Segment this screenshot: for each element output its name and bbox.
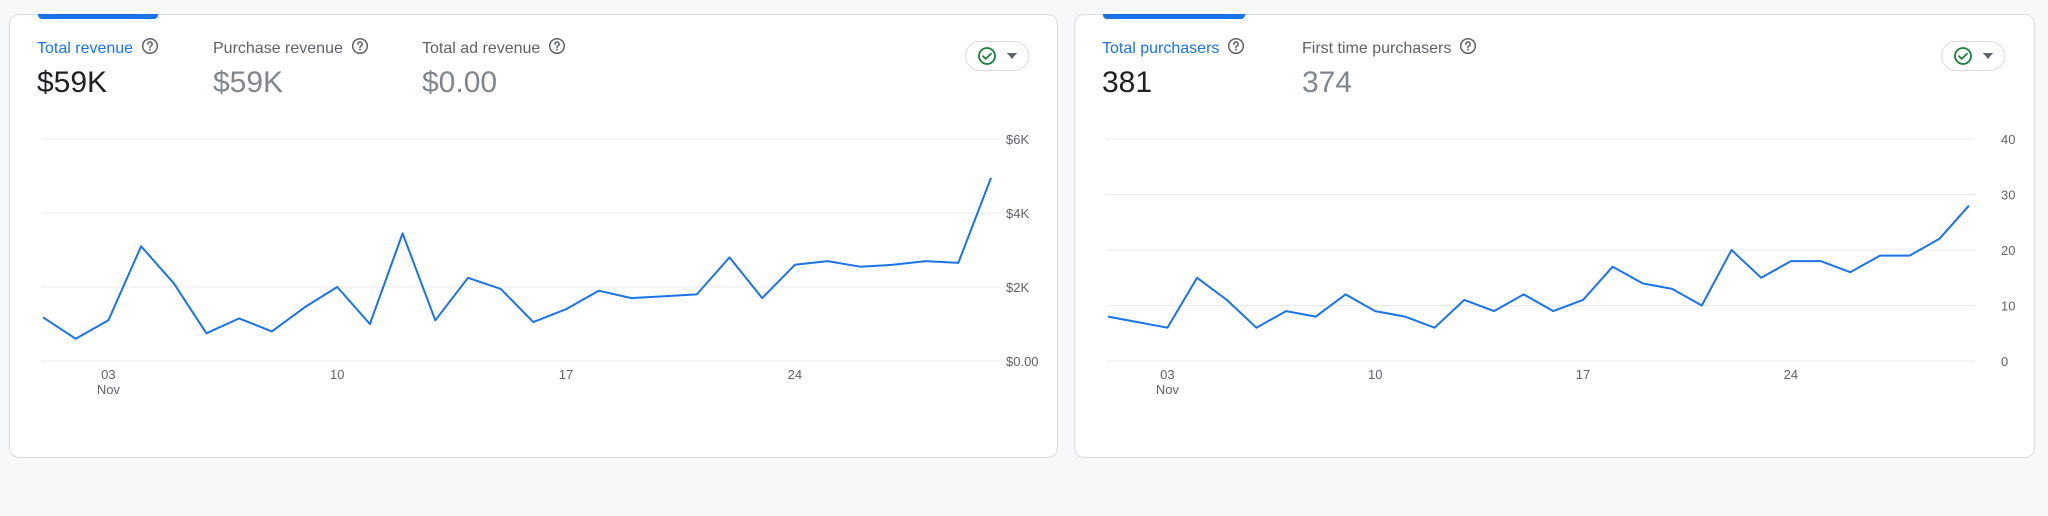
data-point[interactable] bbox=[1191, 272, 1203, 284]
data-point[interactable] bbox=[527, 316, 539, 328]
x-tick-label: 17 bbox=[559, 367, 573, 382]
data-point[interactable] bbox=[1785, 255, 1797, 267]
y-tick-label: 20 bbox=[2001, 243, 2015, 258]
data-point[interactable] bbox=[1577, 294, 1589, 306]
data-point[interactable] bbox=[593, 285, 605, 297]
data-point[interactable] bbox=[1963, 200, 1975, 212]
data-point[interactable] bbox=[789, 259, 801, 271]
y-tick-label: 40 bbox=[2001, 132, 2015, 147]
data-point[interactable] bbox=[1844, 266, 1856, 278]
data-point[interactable] bbox=[397, 227, 409, 239]
y-tick-label: $2K bbox=[1006, 280, 1029, 295]
data-point[interactable] bbox=[1132, 316, 1144, 328]
data-point[interactable] bbox=[1725, 244, 1737, 256]
x-tick-label: 03 bbox=[1160, 367, 1174, 382]
data-point[interactable] bbox=[168, 277, 180, 289]
data-point[interactable] bbox=[135, 240, 147, 252]
series-line bbox=[1107, 204, 1970, 329]
data-point[interactable] bbox=[1280, 305, 1292, 317]
data-point[interactable] bbox=[1369, 305, 1381, 317]
data-point[interactable] bbox=[560, 303, 572, 315]
data-point[interactable] bbox=[462, 272, 474, 284]
data-point[interactable] bbox=[1755, 272, 1767, 284]
x-tick-label: 24 bbox=[1784, 367, 1798, 382]
data-point[interactable] bbox=[1636, 277, 1648, 289]
data-point[interactable] bbox=[70, 333, 82, 345]
data-point[interactable] bbox=[429, 314, 441, 326]
x-tick-label: 10 bbox=[1368, 367, 1382, 382]
data-point[interactable] bbox=[1399, 311, 1411, 323]
data-point[interactable] bbox=[1904, 250, 1916, 262]
data-point[interactable] bbox=[822, 255, 834, 267]
data-point[interactable] bbox=[266, 325, 278, 337]
data-point[interactable] bbox=[1161, 322, 1173, 334]
revenue-line-chart: $0.00 $2K $4K $6K 03Nov 10 17 24 bbox=[37, 132, 1039, 397]
data-point[interactable] bbox=[756, 292, 768, 304]
data-point[interactable] bbox=[200, 327, 212, 339]
data-point[interactable] bbox=[1429, 322, 1441, 334]
data-point[interactable] bbox=[887, 259, 899, 271]
y-tick-label: 0 bbox=[2001, 354, 2008, 369]
data-point[interactable] bbox=[1310, 311, 1322, 323]
data-point[interactable] bbox=[1221, 294, 1233, 306]
data-point[interactable] bbox=[1874, 250, 1886, 262]
data-point[interactable] bbox=[1607, 261, 1619, 273]
purchasers-card: Total purchasers 381 First time purchase… bbox=[1074, 14, 2035, 458]
x-tick-sublabel: Nov bbox=[97, 382, 121, 397]
data-point[interactable] bbox=[1250, 322, 1262, 334]
data-point[interactable] bbox=[1933, 233, 1945, 245]
data-point[interactable] bbox=[854, 261, 866, 273]
data-point[interactable] bbox=[495, 283, 507, 295]
x-tick-label: 10 bbox=[330, 367, 344, 382]
y-tick-label: $0.00 bbox=[1006, 354, 1039, 369]
data-point[interactable] bbox=[1815, 255, 1827, 267]
data-point[interactable] bbox=[723, 251, 735, 263]
y-tick-label: $4K bbox=[1006, 206, 1029, 221]
data-point[interactable] bbox=[658, 290, 670, 302]
data-point[interactable] bbox=[1518, 288, 1530, 300]
data-point[interactable] bbox=[299, 301, 311, 313]
series-line bbox=[42, 177, 992, 340]
y-tick-label: 30 bbox=[2001, 188, 2015, 203]
data-point[interactable] bbox=[920, 255, 932, 267]
data-point[interactable] bbox=[102, 314, 114, 326]
data-point[interactable] bbox=[1340, 288, 1352, 300]
data-point[interactable] bbox=[364, 318, 376, 330]
data-point[interactable] bbox=[985, 172, 997, 184]
data-point[interactable] bbox=[1666, 283, 1678, 295]
data-point[interactable] bbox=[233, 312, 245, 324]
y-tick-label: $6K bbox=[1006, 132, 1029, 147]
purchasers-line-chart: 0 10 20 30 40 03Nov 10 17 24 bbox=[1102, 132, 2015, 397]
data-point[interactable] bbox=[952, 257, 964, 269]
x-tick-sublabel: Nov bbox=[1156, 382, 1180, 397]
data-point[interactable] bbox=[37, 311, 49, 323]
data-point[interactable] bbox=[691, 288, 703, 300]
data-point[interactable] bbox=[1458, 294, 1470, 306]
revenue-card: Total revenue $59K Purchase revenue $59K… bbox=[9, 14, 1058, 458]
x-tick-label: 03 bbox=[101, 367, 115, 382]
data-point[interactable] bbox=[331, 281, 343, 293]
x-tick-label: 17 bbox=[1576, 367, 1590, 382]
data-point[interactable] bbox=[1102, 311, 1114, 323]
x-tick-label: 24 bbox=[788, 367, 802, 382]
data-point[interactable] bbox=[1488, 305, 1500, 317]
data-point[interactable] bbox=[1696, 300, 1708, 312]
y-tick-label: 10 bbox=[2001, 299, 2015, 314]
data-point[interactable] bbox=[625, 292, 637, 304]
data-point[interactable] bbox=[1547, 305, 1559, 317]
